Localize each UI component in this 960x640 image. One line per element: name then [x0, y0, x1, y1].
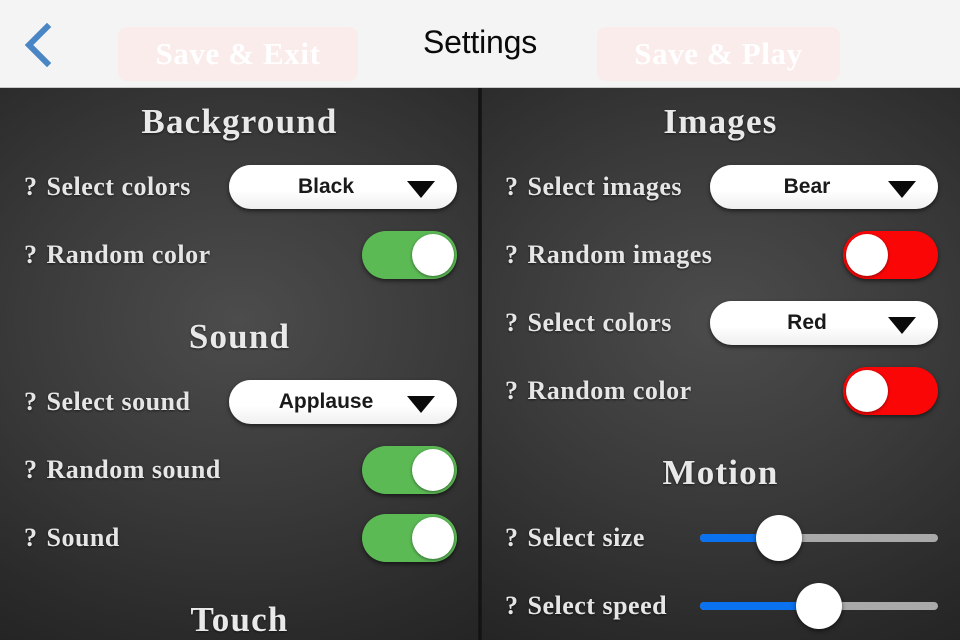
row-label-text: Sound: [46, 523, 120, 552]
section-heading-sound: Sound: [188, 317, 291, 356]
slider-select-speed[interactable]: [700, 582, 938, 630]
chevron-down-icon: [888, 181, 916, 198]
row-label-text: Select sound: [46, 387, 191, 416]
toggle-knob: [412, 234, 454, 276]
toggle-knob: [412, 517, 454, 559]
settings-row: ? Random color: [481, 357, 960, 425]
section-heading-motion: Motion: [662, 453, 779, 492]
row-label-select-speed: ? Select speed: [505, 591, 667, 621]
dropdown-value: Applause: [278, 390, 374, 413]
settings-row: ? Select size: [481, 504, 960, 572]
row-label-text: Random color: [46, 240, 211, 269]
help-icon[interactable]: ?: [24, 455, 38, 485]
settings-row: ? Random color: [0, 221, 479, 289]
help-icon[interactable]: ?: [505, 308, 519, 338]
right-settings-panel: Images? Select images Bear? Random images? S…: [481, 88, 960, 640]
dropdown-select-colors[interactable]: Black: [229, 165, 457, 209]
slider-select-size[interactable]: [700, 514, 938, 562]
row-label-text: Select size: [527, 523, 645, 552]
toggle-sound[interactable]: [362, 514, 457, 562]
toggle-random-sound[interactable]: [362, 446, 457, 494]
right-column-content: Images? Select images Bear? Random images? S…: [481, 88, 960, 640]
row-label-text: Random sound: [46, 455, 221, 484]
settings-row: ? Sound: [0, 504, 479, 572]
chevron-down-icon: [407, 396, 435, 413]
row-label-text: Select speed: [527, 591, 668, 620]
row-control: Red: [710, 301, 938, 345]
chevron-down-icon: [407, 181, 435, 198]
help-icon[interactable]: ?: [505, 376, 519, 406]
row-label-text: Select colors: [527, 308, 672, 337]
help-icon[interactable]: ?: [24, 523, 38, 553]
row-control: [362, 231, 457, 279]
dropdown-select-images[interactable]: Bear: [710, 165, 938, 209]
row-control: Applause: [229, 380, 457, 424]
settings-row: ? Random images: [481, 221, 960, 289]
settings-row: ? Random sound: [0, 436, 479, 504]
dropdown-value: Red: [787, 311, 827, 334]
row-label-select-size: ? Select size: [505, 523, 645, 553]
slider-thumb[interactable]: [755, 515, 802, 561]
row-label-text: Select colors: [46, 172, 191, 201]
section-heading-images: Images: [663, 102, 778, 141]
settings-row: ? Select colors Black: [0, 153, 479, 221]
slider-thumb[interactable]: [796, 583, 842, 629]
top-navigation-bar: Save & Exit Settings Save & Play: [0, 0, 960, 88]
row-label-random-images: ? Random images: [505, 240, 712, 270]
dropdown-select-colors[interactable]: Red: [710, 301, 938, 345]
column-divider: [478, 88, 482, 640]
settings-row: ? Select sound Applause: [0, 368, 479, 436]
help-icon[interactable]: ?: [24, 387, 38, 417]
row-label-random-color: ? Random color: [505, 376, 692, 406]
toggle-knob: [846, 370, 888, 412]
dropdown-select-sound[interactable]: Applause: [229, 380, 457, 424]
settings-row: ? Select colors Red: [481, 289, 960, 357]
save-and-play-button[interactable]: Save & Play: [597, 27, 840, 81]
toggle-random-color[interactable]: [843, 367, 938, 415]
row-label-random-sound: ? Random sound: [24, 455, 221, 485]
row-label-select-colors: ? Select colors: [24, 172, 191, 202]
help-icon[interactable]: ?: [505, 172, 519, 202]
row-control: [362, 446, 457, 494]
row-label-text: Random images: [527, 240, 713, 269]
row-label-text: Random color: [527, 376, 692, 405]
help-icon[interactable]: ?: [505, 240, 519, 270]
row-control: [843, 367, 938, 415]
row-label-select-colors: ? Select colors: [505, 308, 672, 338]
settings-body: Background? Select colors Black? Random col…: [0, 88, 960, 640]
row-control: [362, 514, 457, 562]
section-heading-touch: Touch: [190, 600, 289, 639]
row-control: [843, 231, 938, 279]
row-control: [700, 514, 938, 562]
row-control: Bear: [710, 165, 938, 209]
dropdown-value: Black: [297, 175, 355, 198]
toggle-random-images[interactable]: [843, 231, 938, 279]
help-icon[interactable]: ?: [505, 523, 519, 553]
help-icon[interactable]: ?: [505, 591, 519, 621]
help-icon[interactable]: ?: [24, 240, 38, 270]
row-control: Black: [229, 165, 457, 209]
row-control: [700, 582, 938, 630]
section-heading-background: Background: [141, 102, 338, 141]
row-label-random-color: ? Random color: [24, 240, 211, 270]
settings-screen: Save & Exit Settings Save & Play Backgro…: [0, 0, 960, 640]
toggle-knob: [846, 234, 888, 276]
dropdown-value: Bear: [783, 175, 831, 198]
toggle-knob: [412, 449, 454, 491]
toggle-random-color[interactable]: [362, 231, 457, 279]
settings-row: ? Select speed: [481, 572, 960, 640]
left-column-content: Background? Select colors Black? Random col…: [0, 88, 479, 640]
row-label-sound: ? Sound: [24, 523, 120, 553]
row-label-text: Select images: [527, 172, 683, 201]
help-icon[interactable]: ?: [24, 172, 38, 202]
row-label-select-sound: ? Select sound: [24, 387, 190, 417]
chevron-down-icon: [888, 317, 916, 334]
settings-row: ? Select images Bear: [481, 153, 960, 221]
left-settings-panel: Background? Select colors Black? Random col…: [0, 88, 479, 640]
row-label-select-images: ? Select images: [505, 172, 682, 202]
